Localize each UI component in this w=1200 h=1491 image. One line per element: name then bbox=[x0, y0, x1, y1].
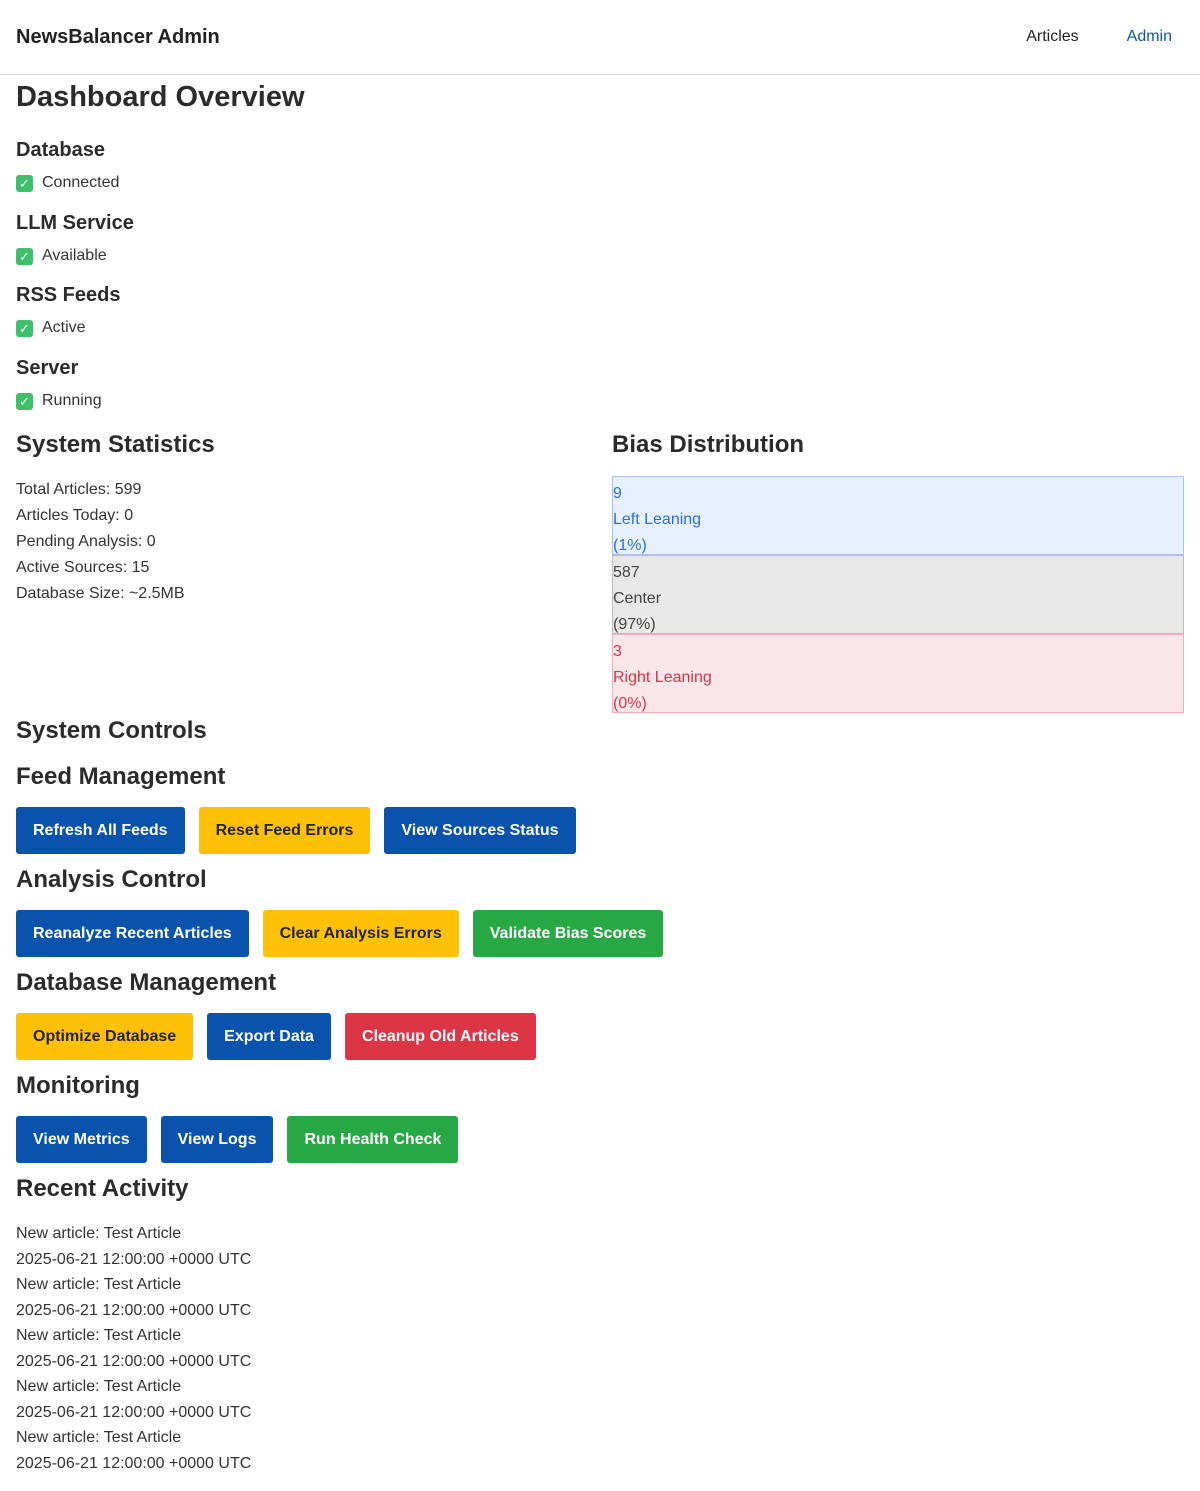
group-database-management: Database Management Optimize Database Ex… bbox=[16, 969, 1184, 1060]
check-icon: ✓ bbox=[16, 174, 33, 192]
bias-label: Left Leaning bbox=[613, 511, 702, 528]
bias-row-right: 3 Right Leaning (0%) bbox=[612, 634, 1184, 713]
status-title: LLM Service bbox=[16, 212, 134, 234]
bias-list: 9 Left Leaning (1%) 587 Center (97%) 3 R… bbox=[612, 476, 1184, 713]
bias-title: Bias Distribution bbox=[612, 431, 805, 458]
button-row: Refresh All Feeds Reset Feed Errors View… bbox=[16, 807, 1184, 854]
bias-percent: (0%) bbox=[613, 695, 647, 712]
activity-time: 2025-06-21 12:00:00 +0000 UTC bbox=[16, 1404, 252, 1421]
nav-link-admin[interactable]: Admin bbox=[1127, 28, 1172, 46]
recent-activity: Recent Activity New article: Test Articl… bbox=[16, 1175, 1184, 1476]
system-statistics: System Statistics Total Articles: 599 Ar… bbox=[16, 431, 612, 713]
brand-title: NewsBalancer Admin bbox=[16, 25, 220, 48]
activity-text: New article: Test Article bbox=[16, 1225, 182, 1242]
status-title: RSS Feeds bbox=[16, 284, 121, 306]
group-title: Analysis Control bbox=[16, 866, 207, 893]
controls-title: System Controls bbox=[16, 717, 207, 744]
bias-row-center: 587 Center (97%) bbox=[612, 555, 1184, 634]
reset-feed-errors-button[interactable]: Reset Feed Errors bbox=[198, 807, 371, 854]
group-title: Feed Management bbox=[16, 763, 226, 790]
page-title: Dashboard Overview bbox=[16, 81, 305, 113]
refresh-all-feeds-button[interactable]: Refresh All Feeds bbox=[16, 807, 185, 854]
navbar: NewsBalancer Admin Articles Admin bbox=[0, 0, 1200, 75]
status-server: Server ✓ Running bbox=[16, 355, 1184, 411]
group-title: Database Management bbox=[16, 969, 277, 996]
stat-database-size: Database Size: ~2.5MB bbox=[16, 585, 185, 602]
status-title: Database bbox=[16, 139, 105, 161]
status-line: ✓ Connected bbox=[16, 173, 1184, 193]
bias-distribution: Bias Distribution 9 Left Leaning (1%) 58… bbox=[612, 431, 1184, 713]
stat-active-sources: Active Sources: 15 bbox=[16, 559, 150, 576]
status-database: Database ✓ Connected bbox=[16, 137, 1184, 193]
stats-bias-row: System Statistics Total Articles: 599 Ar… bbox=[16, 431, 1184, 713]
nav-links: Articles Admin bbox=[978, 28, 1184, 46]
activity-text: New article: Test Article bbox=[16, 1429, 182, 1446]
list-item: New article: Test Article 2025-06-21 12:… bbox=[16, 1221, 1184, 1272]
button-row: Optimize Database Export Data Cleanup Ol… bbox=[16, 1013, 1184, 1060]
reanalyze-recent-articles-button[interactable]: Reanalyze Recent Articles bbox=[16, 910, 249, 957]
activity-time: 2025-06-21 12:00:00 +0000 UTC bbox=[16, 1302, 252, 1319]
stat-pending-analysis: Pending Analysis: 0 bbox=[16, 533, 156, 550]
bias-count: 587 bbox=[613, 564, 640, 581]
bias-count: 9 bbox=[613, 485, 622, 502]
activity-time: 2025-06-21 12:00:00 +0000 UTC bbox=[16, 1353, 252, 1370]
activity-time: 2025-06-21 12:00:00 +0000 UTC bbox=[16, 1251, 252, 1268]
activity-list: New article: Test Article 2025-06-21 12:… bbox=[16, 1221, 1184, 1476]
nav-link-articles[interactable]: Articles bbox=[1026, 28, 1078, 46]
validate-bias-scores-button[interactable]: Validate Bias Scores bbox=[472, 910, 664, 957]
stat-total-articles: Total Articles: 599 bbox=[16, 481, 142, 498]
activity-title: Recent Activity bbox=[16, 1175, 189, 1202]
bias-row-left: 9 Left Leaning (1%) bbox=[612, 476, 1184, 555]
group-title: Monitoring bbox=[16, 1072, 140, 1099]
list-item: New article: Test Article 2025-06-21 12:… bbox=[16, 1272, 1184, 1323]
statistics-title: System Statistics bbox=[16, 431, 215, 458]
bias-count: 3 bbox=[613, 643, 622, 660]
check-icon: ✓ bbox=[16, 392, 33, 410]
export-data-button[interactable]: Export Data bbox=[207, 1013, 331, 1060]
view-logs-button[interactable]: View Logs bbox=[160, 1116, 274, 1163]
check-icon: ✓ bbox=[16, 319, 33, 337]
button-row: View Metrics View Logs Run Health Check bbox=[16, 1116, 1184, 1163]
view-sources-status-button[interactable]: View Sources Status bbox=[384, 807, 576, 854]
activity-text: New article: Test Article bbox=[16, 1327, 182, 1344]
view-metrics-button[interactable]: View Metrics bbox=[16, 1116, 147, 1163]
status-llm: LLM Service ✓ Available bbox=[16, 210, 1184, 266]
system-controls: System Controls Feed Management Refresh … bbox=[16, 717, 1184, 1163]
status-line: ✓ Running bbox=[16, 391, 1184, 411]
optimize-database-button[interactable]: Optimize Database bbox=[16, 1013, 194, 1060]
status-value: Active bbox=[42, 319, 86, 336]
stats-list: Total Articles: 599 Articles Today: 0 Pe… bbox=[16, 477, 612, 607]
cleanup-old-articles-button[interactable]: Cleanup Old Articles bbox=[344, 1013, 536, 1060]
group-feed-management: Feed Management Refresh All Feeds Reset … bbox=[16, 763, 1184, 854]
button-row: Reanalyze Recent Articles Clear Analysis… bbox=[16, 910, 1184, 957]
status-title: Server bbox=[16, 357, 79, 379]
activity-text: New article: Test Article bbox=[16, 1378, 182, 1395]
bias-label: Center bbox=[613, 590, 662, 607]
check-icon: ✓ bbox=[16, 247, 33, 265]
activity-text: New article: Test Article bbox=[16, 1276, 182, 1293]
group-analysis-control: Analysis Control Reanalyze Recent Articl… bbox=[16, 866, 1184, 957]
stat-articles-today: Articles Today: 0 bbox=[16, 507, 134, 524]
clear-analysis-errors-button[interactable]: Clear Analysis Errors bbox=[262, 910, 459, 957]
status-rss: RSS Feeds ✓ Active bbox=[16, 282, 1184, 338]
list-item: New article: Test Article 2025-06-21 12:… bbox=[16, 1374, 1184, 1425]
status-line: ✓ Available bbox=[16, 246, 1184, 266]
bias-label: Right Leaning bbox=[613, 669, 712, 686]
activity-time: 2025-06-21 12:00:00 +0000 UTC bbox=[16, 1455, 252, 1472]
status-value: Running bbox=[42, 392, 102, 409]
main-content: Dashboard Overview Database ✓ Connected … bbox=[0, 79, 1200, 1476]
status-line: ✓ Active bbox=[16, 318, 1184, 338]
status-value: Available bbox=[42, 247, 107, 264]
group-monitoring: Monitoring View Metrics View Logs Run He… bbox=[16, 1072, 1184, 1163]
list-item: New article: Test Article 2025-06-21 12:… bbox=[16, 1425, 1184, 1476]
list-item: New article: Test Article 2025-06-21 12:… bbox=[16, 1323, 1184, 1374]
run-health-check-button[interactable]: Run Health Check bbox=[287, 1116, 459, 1163]
status-value: Connected bbox=[42, 174, 120, 191]
